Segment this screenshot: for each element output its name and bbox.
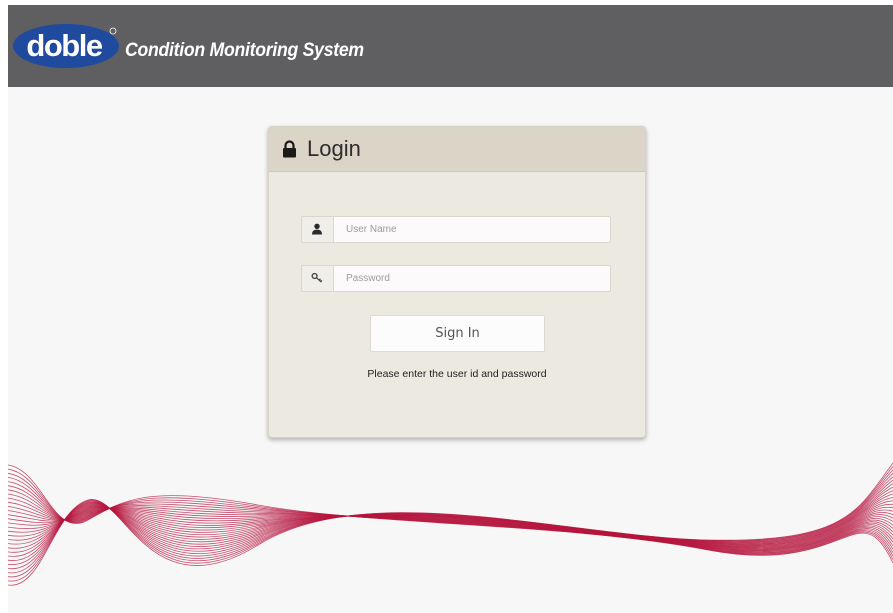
app-title: Condition Monitoring System [125,40,364,61]
username-input[interactable] [334,217,608,242]
password-input[interactable] [334,266,608,291]
decorative-wave-graphic [8,462,893,586]
user-icon [312,223,322,235]
login-hint-text: Please enter the user id and password [367,368,547,380]
app-window: doble Condition Monitoring System Login [8,5,893,613]
logo-text: doble [26,28,102,63]
login-panel: Login Sign In Please enter the user id a… [268,126,646,438]
username-field [301,216,611,243]
key-icon [311,272,323,283]
login-title: Login [307,136,361,161]
header-bar: doble Condition Monitoring System [8,5,893,87]
password-field [301,265,611,292]
lock-icon [283,140,296,158]
password-addon [302,266,334,291]
login-panel-header: Login [269,127,645,172]
sign-in-button[interactable]: Sign In [370,315,545,352]
username-addon [302,217,334,242]
doble-logo: doble [13,24,119,68]
